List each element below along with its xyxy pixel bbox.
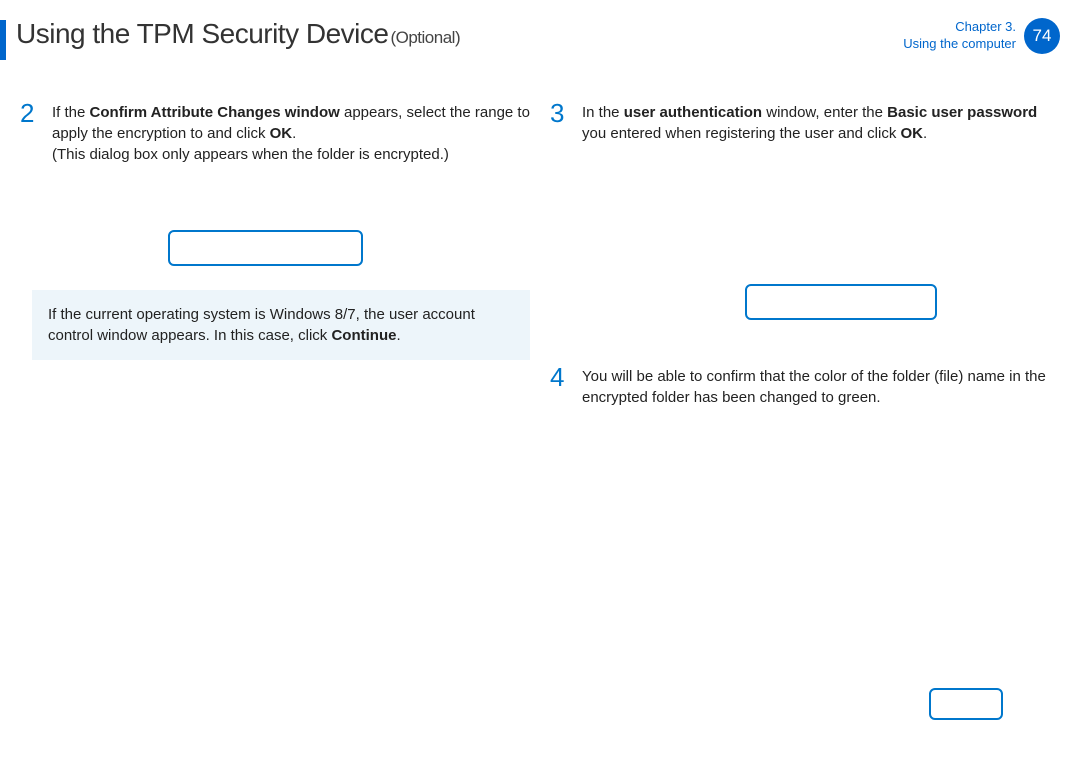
step-number-2: 2: [20, 100, 42, 165]
step-2-text: If the Conﬁrm Attribute Changes window a…: [52, 100, 530, 165]
section-label: Using the computer: [903, 36, 1016, 53]
title-bar: Using the TPM Security Device(Optional): [0, 18, 903, 60]
page-number: 74: [1033, 26, 1052, 46]
page-title: Using the TPM Security Device(Optional): [16, 18, 460, 50]
step-number-4: 4: [550, 364, 572, 408]
callout-box-right-bottom: [929, 688, 1003, 720]
step-2-note: (This dialog box only appears when the f…: [52, 144, 530, 165]
title-accent-bar: [0, 20, 6, 60]
title-main: Using the TPM Security Device: [16, 18, 388, 49]
callout-box-left: [168, 230, 363, 266]
content-area: 2 If the Conﬁrm Attribute Changes window…: [0, 60, 1080, 428]
step-4-text: You will be able to conﬁrm that the colo…: [582, 364, 1060, 408]
step-number-3: 3: [550, 100, 572, 144]
right-column: 3 In the user authentication window, ent…: [550, 100, 1060, 428]
step-3-text: In the user authentication window, enter…: [582, 100, 1060, 144]
step-2: 2 If the Conﬁrm Attribute Changes window…: [20, 100, 530, 165]
step-4: 4 You will be able to conﬁrm that the co…: [550, 364, 1060, 408]
header-right: Chapter 3. Using the computer 74: [903, 18, 1060, 54]
chapter-info: Chapter 3. Using the computer: [903, 19, 1016, 53]
info-note: If the current operating system is Windo…: [32, 290, 530, 360]
title-optional: (Optional): [390, 28, 460, 47]
page-number-badge: 74: [1024, 18, 1060, 54]
chapter-label: Chapter 3.: [903, 19, 1016, 36]
callout-box-right-top: [745, 284, 937, 320]
step-3: 3 In the user authentication window, ent…: [550, 100, 1060, 144]
page-header: Using the TPM Security Device(Optional) …: [0, 0, 1080, 60]
